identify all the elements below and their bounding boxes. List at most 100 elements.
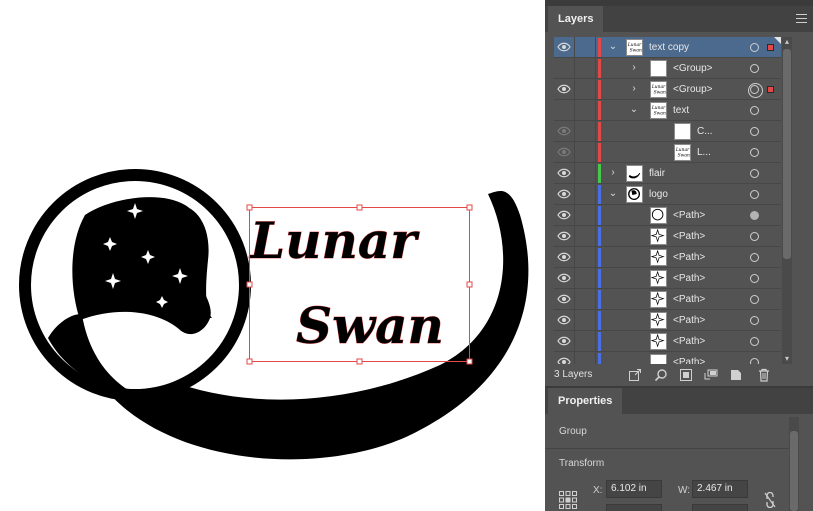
y-position-field[interactable] <box>606 504 662 511</box>
chevron-down-icon[interactable]: ⌄ <box>629 103 639 117</box>
target-icon[interactable] <box>750 295 759 304</box>
lock-toggle[interactable] <box>574 163 596 184</box>
lock-toggle[interactable] <box>574 310 596 331</box>
trash-icon[interactable] <box>757 368 771 382</box>
layer-row-path[interactable]: <Path> <box>554 247 781 268</box>
layer-name[interactable]: <Group> <box>673 79 712 100</box>
lock-toggle[interactable] <box>574 37 596 58</box>
layer-name[interactable]: L... <box>697 142 711 163</box>
layer-name[interactable]: <Path> <box>673 205 705 226</box>
new-layer-icon[interactable] <box>729 368 743 382</box>
layer-row-logo[interactable]: ⌄ logo <box>554 184 781 205</box>
layer-row-group-2[interactable]: › Lunar Swan <Group> <box>554 79 781 100</box>
target-icon[interactable] <box>750 253 759 262</box>
layer-name[interactable]: text <box>673 100 689 121</box>
target-icon[interactable] <box>750 64 759 73</box>
layer-row-c[interactable]: C... <box>554 121 781 142</box>
lock-toggle[interactable] <box>574 247 596 268</box>
layer-name[interactable]: <Path> <box>673 268 705 289</box>
layers-tab[interactable]: Layers <box>548 6 604 32</box>
layer-name[interactable]: text copy <box>649 37 689 58</box>
eye-icon[interactable] <box>557 335 571 347</box>
layer-name[interactable]: logo <box>649 184 668 205</box>
scroll-up-icon[interactable]: ▴ <box>782 37 792 47</box>
target-icon[interactable] <box>750 316 759 325</box>
x-position-field[interactable]: 6.102 in <box>606 480 662 498</box>
target-icon[interactable] <box>750 337 759 346</box>
lock-toggle[interactable] <box>574 58 596 79</box>
eye-icon[interactable] <box>557 272 571 284</box>
chevron-down-icon[interactable]: ⌄ <box>608 187 618 201</box>
lock-toggle[interactable] <box>574 289 596 310</box>
layer-name[interactable]: C... <box>697 121 713 142</box>
eye-icon[interactable] <box>557 167 571 179</box>
panel-menu-icon[interactable] <box>796 14 807 23</box>
eye-icon[interactable] <box>557 251 571 263</box>
layer-row-group-1[interactable]: › <Group> <box>554 58 781 79</box>
new-sublayer-icon[interactable] <box>704 368 718 382</box>
eye-icon[interactable] <box>557 209 571 221</box>
width-field[interactable]: 2.467 in <box>692 480 748 498</box>
chevron-down-icon[interactable]: ⌄ <box>608 40 618 54</box>
lock-toggle[interactable] <box>574 142 596 163</box>
eye-icon[interactable] <box>557 188 571 200</box>
lock-toggle[interactable] <box>574 184 596 205</box>
selection-indicator[interactable] <box>767 44 774 51</box>
eye-icon[interactable] <box>557 146 571 158</box>
eye-icon[interactable] <box>557 314 571 326</box>
target-icon[interactable] <box>750 232 759 241</box>
chevron-right-icon[interactable]: › <box>629 82 639 96</box>
layer-name[interactable]: <Path> <box>673 247 705 268</box>
eye-icon[interactable] <box>557 41 571 53</box>
eye-icon[interactable] <box>557 230 571 242</box>
constrain-proportions-icon[interactable] <box>764 492 776 508</box>
search-icon[interactable] <box>654 368 668 382</box>
layer-row-path[interactable]: <Path> <box>554 289 781 310</box>
lock-toggle[interactable] <box>574 352 596 364</box>
lock-toggle[interactable] <box>574 79 596 100</box>
layer-name[interactable]: <Path> <box>673 289 705 310</box>
layer-name[interactable]: <Path> <box>673 331 705 352</box>
chevron-right-icon[interactable]: › <box>608 166 618 180</box>
target-icon[interactable] <box>750 106 759 115</box>
layer-row-path[interactable]: <Path> <box>554 268 781 289</box>
target-icon[interactable] <box>750 190 759 199</box>
layer-name[interactable]: <Path> <box>673 310 705 331</box>
properties-tab[interactable]: Properties <box>548 388 623 414</box>
reference-point-icon[interactable] <box>559 491 577 509</box>
swan-text[interactable]: Swan <box>296 296 445 356</box>
layer-row-flair[interactable]: › flair <box>554 163 781 184</box>
layer-row-path[interactable]: <Path> <box>554 331 781 352</box>
layer-row-path[interactable]: <Path> <box>554 310 781 331</box>
scroll-down-icon[interactable]: ▾ <box>782 354 792 364</box>
eye-icon[interactable] <box>557 356 571 364</box>
target-icon[interactable] <box>750 211 759 220</box>
layers-scrollbar[interactable]: ▴ ▾ <box>782 37 792 364</box>
clipping-mask-icon[interactable] <box>679 368 693 382</box>
lunar-text[interactable]: Lunar <box>248 211 421 271</box>
target-icon[interactable] <box>750 43 759 52</box>
height-field[interactable] <box>692 504 748 511</box>
selection-indicator[interactable] <box>767 86 774 93</box>
layer-name[interactable]: <Group> <box>673 58 712 79</box>
eye-icon[interactable] <box>557 83 571 95</box>
lock-toggle[interactable] <box>574 205 596 226</box>
lock-toggle[interactable] <box>574 331 596 352</box>
eye-icon[interactable] <box>557 125 571 137</box>
target-icon[interactable] <box>750 169 759 178</box>
layer-name[interactable]: <Path> <box>673 352 705 364</box>
target-icon[interactable] <box>750 127 759 136</box>
eye-icon[interactable] <box>557 293 571 305</box>
scrollbar-thumb[interactable] <box>790 431 798 511</box>
layer-row-path[interactable]: <Path> <box>554 352 781 364</box>
layer-name[interactable]: flair <box>649 163 665 184</box>
layer-row-text-copy[interactable]: ⌄ Lunar Swan text copy <box>554 37 781 58</box>
target-icon[interactable] <box>748 83 763 98</box>
lock-toggle[interactable] <box>574 121 596 142</box>
lock-toggle[interactable] <box>574 100 596 121</box>
export-icon[interactable] <box>628 368 642 382</box>
layer-row-l[interactable]: Lunar Swan L... <box>554 142 781 163</box>
lock-toggle[interactable] <box>574 268 596 289</box>
layer-row-text[interactable]: ⌄ Lunar Swan text <box>554 100 781 121</box>
target-icon[interactable] <box>750 274 759 283</box>
